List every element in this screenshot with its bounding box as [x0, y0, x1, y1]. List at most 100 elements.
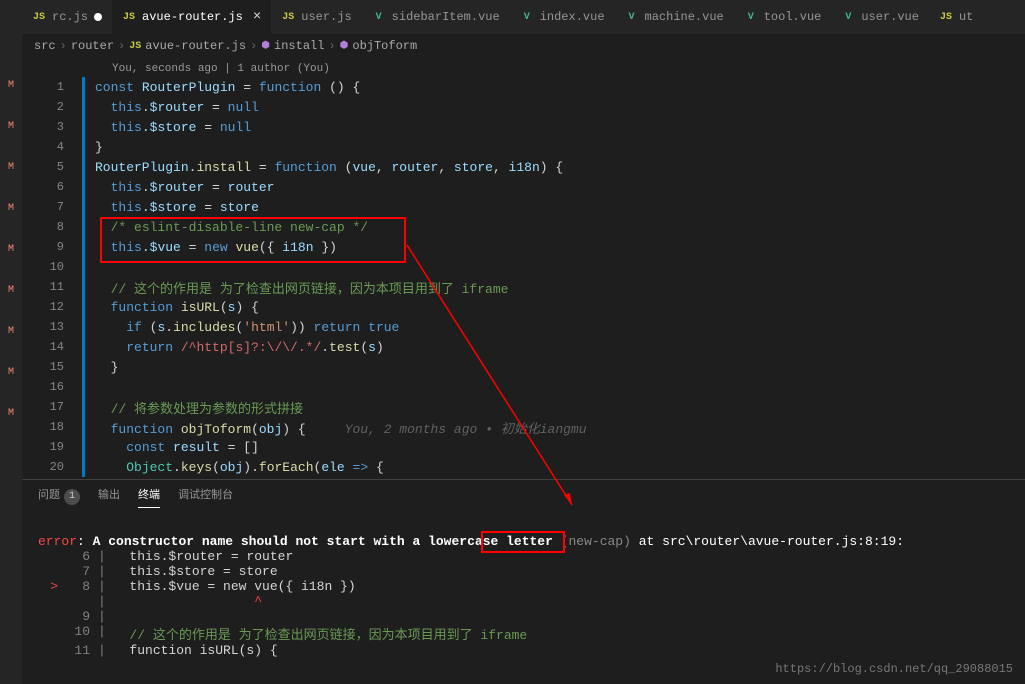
- code-line[interactable]: 9 this.$vue = new vue({ i18n }): [22, 237, 1025, 257]
- code-content[interactable]: // 这个的作用是 为了检查出网页链接，因为本项目用到了 iframe: [95, 278, 508, 297]
- code-line[interactable]: 1const RouterPlugin = function () {: [22, 77, 1025, 97]
- js-icon: JS: [281, 10, 295, 24]
- code-line[interactable]: 18 function objToform(obj) { You, 2 mont…: [22, 417, 1025, 437]
- tab-label: tool.vue: [764, 10, 822, 24]
- error-label: error: [38, 534, 77, 549]
- code-line[interactable]: 7 this.$store = store: [22, 197, 1025, 217]
- vue-icon: V: [372, 10, 386, 24]
- code-content[interactable]: this.$router = router: [95, 180, 274, 195]
- scm-marker: M: [8, 121, 14, 132]
- line-number: 16: [22, 380, 82, 394]
- editor-area[interactable]: 1const RouterPlugin = function () {2 thi…: [22, 75, 1025, 479]
- code-content[interactable]: this.$store = store: [95, 200, 259, 215]
- line-number: 8: [22, 220, 82, 234]
- close-icon[interactable]: ×: [253, 9, 261, 25]
- crumb[interactable]: install: [274, 39, 324, 53]
- scm-bar-icon: [82, 277, 85, 297]
- code-line[interactable]: 4}: [22, 137, 1025, 157]
- tab-terminal[interactable]: 终端: [138, 486, 160, 508]
- code-content[interactable]: Object.keys(obj).forEach(ele => {: [95, 460, 384, 475]
- terminal-code: this.$store = store: [114, 564, 278, 579]
- code-content[interactable]: return /^http[s]?:\/\/.*/.test(s): [95, 340, 384, 355]
- editor-tab[interactable]: JSrc.js: [22, 0, 112, 34]
- code-line[interactable]: 5RouterPlugin.install = function (vue, r…: [22, 157, 1025, 177]
- code-content[interactable]: // 将参数处理为参数的形式拼接: [95, 398, 303, 417]
- scm-bar-icon: [82, 417, 85, 437]
- tab-debug[interactable]: 调试控制台: [178, 486, 233, 508]
- tab-output[interactable]: 输出: [98, 486, 120, 508]
- scm-bar-icon: [82, 317, 85, 337]
- code-line[interactable]: 2 this.$router = null: [22, 97, 1025, 117]
- panel-tabs: 问题1 输出 终端 调试控制台: [22, 480, 1025, 514]
- crumb[interactable]: src: [34, 39, 56, 53]
- scm-bar-icon: [82, 177, 85, 197]
- code-line[interactable]: 19 const result = []: [22, 437, 1025, 457]
- code-content[interactable]: this.$store = null: [95, 120, 251, 135]
- code-content[interactable]: this.$vue = new vue({ i18n }): [95, 240, 337, 255]
- code-line[interactable]: 11 // 这个的作用是 为了检查出网页链接，因为本项目用到了 iframe: [22, 277, 1025, 297]
- terminal-line: 10| // 这个的作用是 为了检查出网页链接，因为本项目用到了 iframe: [38, 624, 1009, 643]
- code-content[interactable]: RouterPlugin.install = function (vue, ro…: [95, 160, 563, 175]
- vue-icon: V: [744, 10, 758, 24]
- code-content[interactable]: const result = []: [95, 440, 259, 455]
- scm-bar-icon: [82, 197, 85, 217]
- line-marker: >: [38, 579, 58, 594]
- code-content[interactable]: this.$router = null: [95, 100, 259, 115]
- code-line[interactable]: 17 // 将参数处理为参数的形式拼接: [22, 397, 1025, 417]
- scm-bar-icon: [82, 137, 85, 157]
- crumb[interactable]: avue-router.js: [145, 39, 246, 53]
- code-line[interactable]: 12 function isURL(s) {: [22, 297, 1025, 317]
- scm-marker: M: [8, 162, 14, 173]
- code-content[interactable]: }: [95, 140, 103, 155]
- editor-tab[interactable]: VsidebarItem.vue: [362, 0, 510, 34]
- pipe-icon: |: [98, 643, 114, 658]
- code-line[interactable]: 14 return /^http[s]?:\/\/.*/.test(s): [22, 337, 1025, 357]
- code-line[interactable]: 8 /* eslint-disable-line new-cap */: [22, 217, 1025, 237]
- bottom-panel: 问题1 输出 终端 调试控制台 error: A constructor nam…: [22, 479, 1025, 666]
- terminal-line-number: 10: [58, 624, 98, 643]
- scm-bar-icon: [82, 117, 85, 137]
- code-content[interactable]: }: [95, 360, 118, 375]
- code-line[interactable]: 20 Object.keys(obj).forEach(ele => {: [22, 457, 1025, 477]
- code-line[interactable]: 16: [22, 377, 1025, 397]
- crumb[interactable]: router: [71, 39, 114, 53]
- editor-tab[interactable]: JSuser.js: [271, 0, 361, 34]
- scm-bar-icon: [82, 237, 85, 257]
- code-content[interactable]: function isURL(s) {: [95, 300, 259, 315]
- editor-tab[interactable]: Vindex.vue: [510, 0, 615, 34]
- editor-tab[interactable]: Vuser.vue: [831, 0, 929, 34]
- scm-bar-icon: [82, 77, 85, 97]
- line-number: 19: [22, 440, 82, 454]
- crumb[interactable]: objToform: [352, 39, 417, 53]
- code-line[interactable]: 13 if (s.includes('html')) return true: [22, 317, 1025, 337]
- terminal-line: 7| this.$store = store: [38, 564, 1009, 579]
- code-content[interactable]: const RouterPlugin = function () {: [95, 80, 360, 95]
- terminal-content[interactable]: error: A constructor name should not sta…: [22, 514, 1025, 666]
- vue-icon: V: [625, 10, 639, 24]
- tab-label: avue-router.js: [142, 10, 243, 24]
- code-line[interactable]: 10: [22, 257, 1025, 277]
- colon2: :: [896, 534, 904, 549]
- tab-label: sidebarItem.vue: [392, 10, 500, 24]
- code-content[interactable]: if (s.includes('html')) return true: [95, 320, 399, 335]
- code-line[interactable]: 6 this.$router = router: [22, 177, 1025, 197]
- problems-badge: 1: [64, 489, 80, 505]
- terminal-code: ^: [114, 594, 262, 609]
- editor-tab[interactable]: JSavue-router.js×: [112, 0, 271, 34]
- tab-problems[interactable]: 问题1: [38, 486, 80, 508]
- editor-tab[interactable]: Vmachine.vue: [615, 0, 734, 34]
- scm-bar-icon: [82, 397, 85, 417]
- code-line[interactable]: 3 this.$store = null: [22, 117, 1025, 137]
- line-marker: [38, 549, 58, 564]
- chevron-right-icon: ›: [118, 39, 125, 53]
- editor-tab[interactable]: Vtool.vue: [734, 0, 832, 34]
- error-location: src\router\avue-router.js:8:19: [662, 534, 896, 549]
- code-content[interactable]: /* eslint-disable-line new-cap */: [95, 220, 368, 235]
- pipe-icon: |: [98, 594, 114, 609]
- code-content[interactable]: function objToform(obj) { You, 2 months …: [95, 418, 587, 437]
- codelens[interactable]: You, seconds ago | 1 author (You): [22, 63, 1025, 75]
- editor-tab[interactable]: JSut: [929, 0, 983, 34]
- code-line[interactable]: 15 }: [22, 357, 1025, 377]
- breadcrumb[interactable]: src › router › JS avue-router.js › ⬢ ins…: [22, 35, 1025, 57]
- scm-marker: M: [8, 244, 14, 255]
